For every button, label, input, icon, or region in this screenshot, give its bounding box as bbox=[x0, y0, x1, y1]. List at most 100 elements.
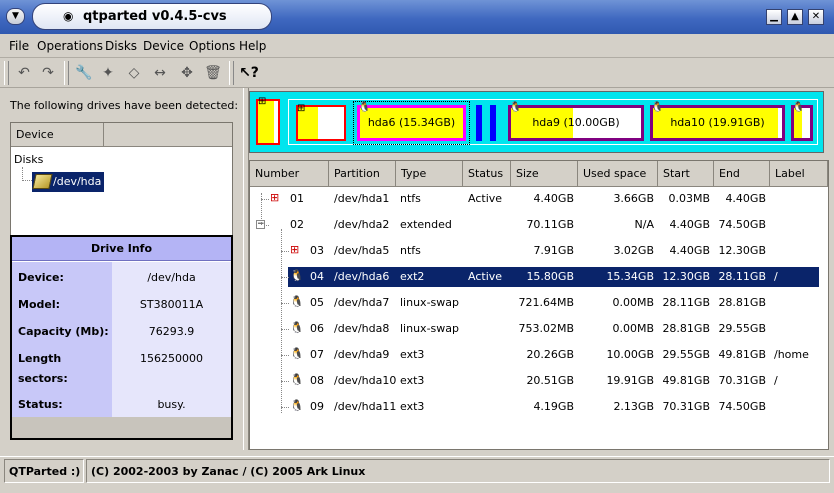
tree-branch-line bbox=[281, 407, 289, 408]
column-end[interactable]: End bbox=[714, 161, 770, 186]
drive-info-value: /dev/hda bbox=[112, 262, 231, 289]
map-partition-hda6[interactable]: hda6 (15.34GB) bbox=[357, 105, 466, 141]
format-icon[interactable]: ✦ bbox=[98, 63, 118, 83]
column-size[interactable]: Size bbox=[511, 161, 578, 186]
cell-number: 08 bbox=[310, 374, 324, 387]
table-row[interactable]: ⊞ 03/dev/hda5 ntfs 7.91GB 3.02GB 4.40GB 12.30G… bbox=[250, 241, 828, 261]
tree-branch-line bbox=[281, 277, 289, 278]
menu-operations[interactable]: Operations bbox=[37, 39, 103, 53]
table-row[interactable]: 🐧 08/dev/hda10 ext3 20.51GB 19.91GB 49.81GB 70… bbox=[250, 371, 828, 391]
tree-item-hda[interactable]: /dev/hda bbox=[32, 172, 104, 192]
tux-icon: 🐧 bbox=[290, 295, 304, 308]
window-menu-button[interactable]: ▼ bbox=[6, 8, 25, 25]
cell-start: 70.31GB bbox=[662, 400, 710, 413]
table-row[interactable]: 🐧 09/dev/hda11 ext3 4.19GB 2.13GB 70.31GB 74.5… bbox=[250, 397, 828, 417]
tree-column-device[interactable]: Device bbox=[11, 123, 104, 146]
cell-partition: /dev/hda5 bbox=[334, 244, 390, 257]
cell-used-space: 2.13GB bbox=[613, 400, 654, 413]
drive-info-value: busy. bbox=[112, 389, 231, 417]
cell-size: 70.11GB bbox=[526, 218, 574, 231]
menu-file[interactable]: File bbox=[9, 39, 29, 53]
tree-root-disks[interactable]: Disks bbox=[14, 153, 43, 166]
status-copyright: (C) 2002-2003 by Zanac / (C) 2005 Ark Li… bbox=[86, 459, 830, 483]
close-button[interactable]: ✕ bbox=[808, 9, 824, 25]
cell-end: 70.31GB bbox=[718, 374, 766, 387]
minimize-button[interactable]: ▁ bbox=[766, 9, 782, 25]
resize-icon[interactable]: ↔ bbox=[150, 63, 170, 83]
menu-device[interactable]: Device bbox=[143, 39, 184, 53]
partition-table[interactable]: Number Partition Type Status Size Used s… bbox=[249, 160, 829, 450]
undo-icon[interactable]: ↶ bbox=[14, 63, 34, 83]
drive-info-label: Model: bbox=[12, 289, 112, 316]
cell-number: 09 bbox=[310, 400, 324, 413]
eraser-icon[interactable]: ◇ bbox=[124, 63, 144, 83]
toolbar-handle[interactable] bbox=[4, 61, 9, 85]
menu-help[interactable]: Help bbox=[239, 39, 266, 53]
tree-branch-line bbox=[281, 381, 289, 382]
table-row[interactable]: 🐧 05/dev/hda7 linux-swap 721.64MB 0.00MB 28.1… bbox=[250, 293, 828, 313]
drive-info-value: ST380011A bbox=[112, 289, 231, 316]
drive-info-panel: Drive Info Device: /dev/hda Model: ST380… bbox=[10, 235, 233, 440]
column-partition[interactable]: Partition bbox=[329, 161, 396, 186]
properties-icon[interactable]: 🔧 bbox=[74, 63, 94, 83]
cell-end: 74.50GB bbox=[718, 400, 766, 413]
drive-info-label: Length sectors: bbox=[12, 343, 112, 389]
cell-start: 4.40GB bbox=[669, 218, 710, 231]
cell-used-space: 0.00MB bbox=[612, 296, 654, 309]
cell-type: ext2 bbox=[400, 270, 425, 283]
column-type[interactable]: Type bbox=[396, 161, 463, 186]
map-partition-label: hda6 (15.34GB) bbox=[367, 116, 456, 129]
map-partition-hda7[interactable] bbox=[476, 105, 482, 141]
cell-used-space: 0.00MB bbox=[612, 322, 654, 335]
disk-map[interactable]: ⊞ ⊞ hda6 (15.34GB) 🐧 hda9 (10.00GB) 🐧 hd… bbox=[249, 91, 824, 153]
title-bar[interactable]: ▼ ◉ qtparted v0.4.5-cvs ▁ ▲ ✕ bbox=[0, 0, 834, 34]
map-partition-hda9[interactable]: hda9 (10.00GB) bbox=[508, 105, 644, 141]
drive-info-label: Capacity (Mb): bbox=[12, 316, 112, 343]
map-partition-hda8[interactable] bbox=[490, 105, 496, 141]
toolbar-handle[interactable] bbox=[229, 61, 234, 85]
cell-start: 28.81GB bbox=[662, 322, 710, 335]
cell-partition: /dev/hda7 bbox=[334, 296, 390, 309]
maximize-button[interactable]: ▲ bbox=[787, 9, 803, 25]
cell-partition: /dev/hda11 bbox=[334, 400, 397, 413]
cell-type: ext3 bbox=[400, 374, 425, 387]
tux-icon: 🐧 bbox=[290, 399, 304, 412]
cell-start: 49.81GB bbox=[662, 374, 710, 387]
cell-size: 15.80GB bbox=[526, 270, 574, 283]
app-icon: ◉ bbox=[63, 9, 74, 23]
menu-disks[interactable]: Disks bbox=[105, 39, 137, 53]
table-row[interactable]: ⊞ 01/dev/hda1 ntfs Active 4.40GB 3.66GB 0.03MB… bbox=[250, 189, 828, 209]
cell-status: Active bbox=[468, 270, 503, 283]
column-start[interactable]: Start bbox=[658, 161, 714, 186]
table-row[interactable]: −02/dev/hda2 extended 70.11GB N/A 4.40GB 74.5… bbox=[250, 215, 828, 235]
redo-icon[interactable]: ↷ bbox=[38, 63, 58, 83]
whats-this-icon[interactable]: ↖? bbox=[239, 63, 259, 83]
tree-branch-line bbox=[22, 180, 32, 181]
status-app: QTParted :) bbox=[4, 459, 84, 483]
drive-info-row: Model: ST380011A bbox=[12, 289, 231, 316]
cell-label: / bbox=[774, 374, 778, 387]
cell-size: 7.91GB bbox=[533, 244, 574, 257]
tux-icon: 🐧 bbox=[509, 102, 522, 113]
title-pill[interactable]: ◉ qtparted v0.4.5-cvs bbox=[32, 3, 272, 30]
column-used-space[interactable]: Used space bbox=[578, 161, 658, 186]
cell-end: 74.50GB bbox=[718, 218, 766, 231]
menu-options[interactable]: Options bbox=[189, 39, 235, 53]
cell-size: 753.02MB bbox=[518, 322, 574, 335]
map-partition-hda10[interactable]: hda10 (19.91GB) bbox=[650, 105, 785, 141]
cell-number: 06 bbox=[310, 322, 324, 335]
table-row[interactable]: 🐧 06/dev/hda8 linux-swap 753.02MB 0.00MB 28.8… bbox=[250, 319, 828, 339]
table-row[interactable]: 🐧 04/dev/hda6 ext2 Active 15.80GB 15.34GB 12.3… bbox=[250, 267, 828, 287]
delete-icon[interactable]: 🗑 bbox=[203, 63, 223, 83]
tux-icon: 🐧 bbox=[792, 102, 805, 113]
cell-label: / bbox=[774, 270, 778, 283]
cell-size: 20.26GB bbox=[526, 348, 574, 361]
toolbar-handle[interactable] bbox=[64, 61, 69, 85]
table-row[interactable]: 🐧 07/dev/hda9 ext3 20.26GB 10.00GB 29.55GB 49.… bbox=[250, 345, 828, 365]
column-label[interactable]: Label bbox=[770, 161, 828, 186]
move-icon[interactable]: ✥ bbox=[177, 63, 197, 83]
cell-used-space: 15.34GB bbox=[606, 270, 654, 283]
column-status[interactable]: Status bbox=[463, 161, 511, 186]
column-number[interactable]: Number bbox=[250, 161, 329, 186]
drive-info-footer bbox=[12, 417, 231, 438]
